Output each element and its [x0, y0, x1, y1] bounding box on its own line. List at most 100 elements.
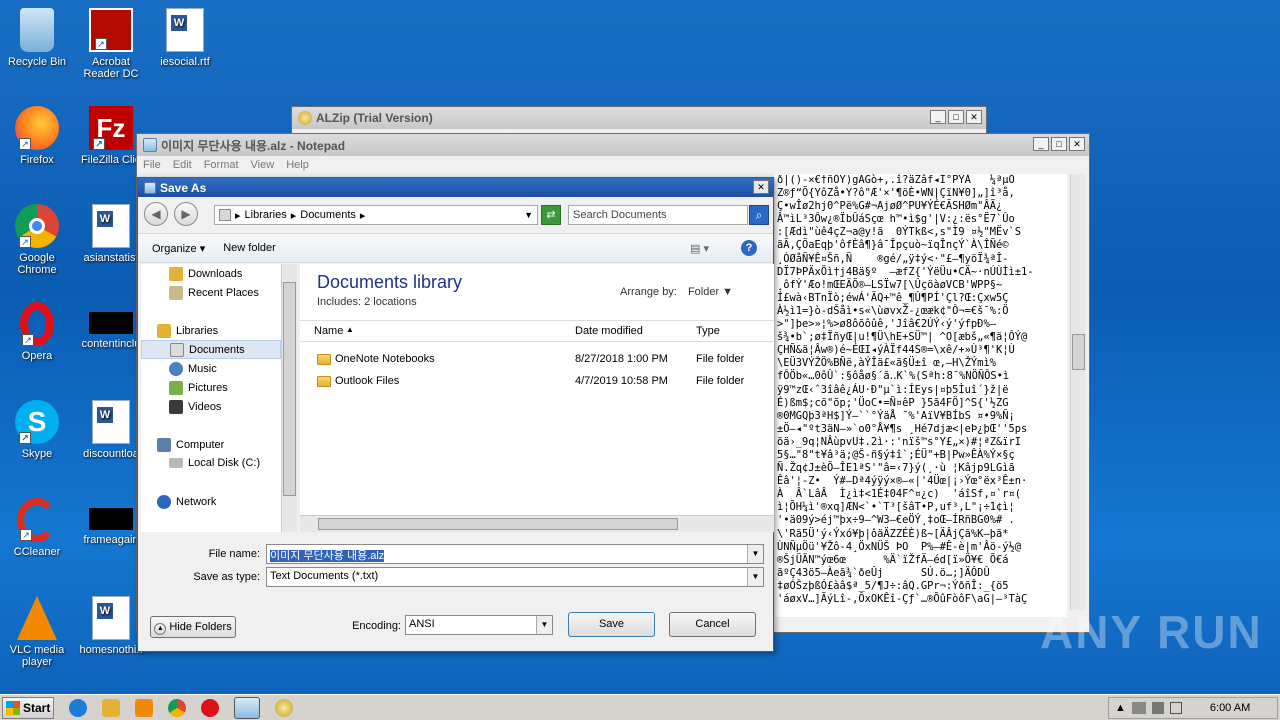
file-name-input[interactable]: 이미지 무단사용 내용.alz ▼: [266, 544, 764, 564]
save-as-dialog[interactable]: Save As ✕ ◀ ▶ ▸ Libraries ▸ Documents ▸ …: [137, 177, 774, 652]
arrange-dropdown[interactable]: Folder ▼: [688, 286, 733, 298]
nav-documents[interactable]: Documents: [141, 340, 281, 359]
hide-folders-button[interactable]: ▲ Hide Folders: [150, 616, 236, 638]
chevron-down-icon[interactable]: ▼: [536, 616, 552, 634]
system-tray: ▲ 6:00 AM: [1108, 697, 1278, 719]
refresh-button[interactable]: ⇄: [541, 205, 561, 225]
explorer-icon[interactable]: [102, 698, 120, 717]
desktop-icon-chrome[interactable]: ↗ Google Chrome: [0, 204, 74, 276]
chrome-icon: ↗: [15, 204, 59, 248]
volume-icon[interactable]: [1151, 702, 1164, 714]
word-document-icon: W: [166, 8, 204, 52]
downloads-icon: [169, 267, 183, 281]
file-list-horizontal-scrollbar[interactable]: [300, 515, 774, 532]
word-document-icon: W: [92, 400, 130, 444]
nav-downloads[interactable]: Downloads: [169, 267, 242, 281]
breadcrumb-documents[interactable]: Documents: [300, 209, 356, 221]
cancel-button[interactable]: Cancel: [669, 612, 756, 637]
chevron-down-icon[interactable]: ▼: [747, 545, 763, 563]
back-button[interactable]: ◀: [144, 202, 168, 226]
opera-icon: ↗: [20, 302, 54, 346]
opera-icon[interactable]: [201, 698, 219, 717]
alzip-icon[interactable]: [275, 698, 293, 717]
menu-edit[interactable]: Edit: [173, 159, 192, 171]
breadcrumb-libraries[interactable]: Libraries: [245, 209, 287, 221]
nav-pane-scrollbar[interactable]: [281, 264, 297, 532]
scroll-thumb[interactable]: [283, 282, 296, 496]
alzip-window[interactable]: ALZip (Trial Version) _ □ ✕: [291, 106, 987, 136]
save-type-select[interactable]: Text Documents (*.txt) ▼: [266, 567, 764, 587]
organize-button[interactable]: Organize ▾: [152, 242, 205, 255]
menu-help[interactable]: Help: [286, 159, 309, 171]
close-button[interactable]: ✕: [753, 180, 769, 194]
clock[interactable]: 6:00 AM: [1210, 702, 1250, 714]
save-button[interactable]: Save: [568, 612, 655, 637]
menu-file[interactable]: File: [143, 159, 161, 171]
nav-music[interactable]: Music: [169, 362, 217, 376]
nav-videos[interactable]: Videos: [169, 400, 221, 414]
nav-local-disk[interactable]: Local Disk (C:): [169, 457, 260, 469]
alzip-titlebar[interactable]: ALZip (Trial Version) _ □ ✕: [292, 107, 986, 129]
maximize-button[interactable]: □: [1051, 137, 1067, 151]
column-date[interactable]: Date modified: [575, 325, 643, 337]
desktop-icon-label: FileZilla Clie: [81, 154, 141, 166]
column-name[interactable]: Name: [314, 325, 343, 337]
nav-computer[interactable]: Computer: [157, 438, 224, 452]
encoding-select[interactable]: ANSI ▼: [405, 615, 553, 635]
media-player-icon[interactable]: [135, 698, 153, 717]
nav-network[interactable]: Network: [157, 495, 216, 509]
watermark: ANY RUN: [1040, 606, 1263, 658]
file-row[interactable]: OneNote Notebooks 8/27/2018 1:00 PM File…: [300, 350, 774, 370]
nav-recent-places[interactable]: Recent Places: [169, 286, 259, 300]
search-icon[interactable]: ⌕: [749, 205, 769, 225]
scroll-thumb[interactable]: [1072, 334, 1085, 370]
desktop-icon-iesocial[interactable]: W iesocial.rtf: [148, 8, 222, 68]
chrome-icon[interactable]: [168, 698, 186, 717]
scroll-thumb[interactable]: [318, 518, 678, 530]
save-as-titlebar[interactable]: Save As ✕: [138, 178, 773, 197]
desktop-icon-firefox[interactable]: ↗ Firefox: [0, 106, 74, 166]
close-button[interactable]: ✕: [966, 110, 982, 124]
address-dropdown-icon[interactable]: ▼: [524, 210, 533, 220]
desktop-icon-acrobat[interactable]: ↗ Acrobat Reader DC: [74, 8, 148, 80]
flag-icon[interactable]: [1169, 702, 1182, 714]
desktop-icon-ccleaner[interactable]: ↗ CCleaner: [0, 498, 74, 558]
network-tray-icon[interactable]: [1131, 702, 1146, 714]
library-subtitle[interactable]: Includes: 2 locations: [317, 296, 417, 308]
organize-label: Organize: [152, 242, 197, 255]
nav-pictures[interactable]: Pictures: [169, 381, 228, 395]
desktop-icon-label: homesnothin: [79, 644, 143, 656]
chevron-down-icon[interactable]: ▼: [747, 568, 763, 586]
new-folder-button[interactable]: New folder: [223, 242, 276, 254]
desktop-icon-vlc[interactable]: VLC media player: [0, 596, 74, 668]
maximize-button[interactable]: □: [948, 110, 964, 124]
forward-button[interactable]: ▶: [174, 202, 198, 226]
notepad-titlebar[interactable]: 이미지 무단사용 내용.alz - Notepad _ □ ✕: [137, 134, 1089, 156]
notepad-vertical-scrollbar[interactable]: [1070, 174, 1086, 610]
save-type-label: Save as type:: [193, 571, 260, 583]
network-icon: [157, 495, 171, 509]
notepad-text-area[interactable]: ð|()-×€†ñÖY)gÃGò+,.î?äZâf◂Ï°PÝÀ ¼ªµÓ Z®ƒ…: [775, 174, 1067, 617]
menu-view[interactable]: View: [251, 159, 275, 171]
address-bar[interactable]: ▸ Libraries ▸ Documents ▸ ▼: [214, 205, 538, 225]
nav-libraries[interactable]: Libraries: [157, 324, 218, 338]
file-row[interactable]: Outlook Files 4/7/2019 10:58 PM File fol…: [300, 372, 774, 392]
desktop-icon-skype[interactable]: S ↗ Skype: [0, 400, 74, 460]
menu-format[interactable]: Format: [204, 159, 239, 171]
start-button[interactable]: Start: [2, 696, 54, 719]
search-input[interactable]: Search Documents: [568, 205, 748, 225]
desktop-icon-recycle-bin[interactable]: Recycle Bin: [0, 8, 74, 68]
minimize-button[interactable]: _: [1033, 137, 1049, 151]
show-hidden-icons[interactable]: ▲: [1115, 702, 1126, 714]
column-type[interactable]: Type: [696, 325, 720, 337]
minimize-button[interactable]: _: [930, 110, 946, 124]
view-options-icon[interactable]: ▤ ▾: [690, 242, 709, 255]
help-icon[interactable]: ?: [741, 240, 757, 256]
arrange-value: Folder: [687, 286, 720, 298]
notepad-icon[interactable]: [234, 696, 260, 719]
shortcut-arrow-icon: ↗: [19, 432, 31, 444]
desktop-icon-opera[interactable]: ↗ Opera: [0, 302, 74, 362]
nav-label: Downloads: [188, 268, 243, 280]
internet-explorer-icon[interactable]: [69, 698, 87, 717]
close-button[interactable]: ✕: [1069, 137, 1085, 151]
